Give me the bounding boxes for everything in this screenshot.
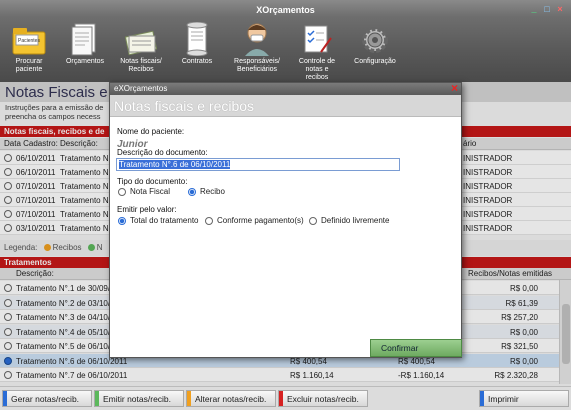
radio-selected-icon	[118, 216, 126, 225]
radio-label: Definido livremente	[321, 216, 390, 225]
minimize-icon[interactable]: _	[529, 4, 539, 14]
toolbar-label: Responsáveis/ Beneficiários	[234, 58, 280, 73]
main-toolbar: Pacientes Procurar paciente Orçamentos N…	[6, 18, 400, 82]
description-input[interactable]: Tratamento N°.6 de 06/10/2011	[116, 158, 400, 171]
button-label: Gerar notas/recib.	[11, 394, 80, 404]
imprimir-button[interactable]: Imprimir	[479, 390, 569, 407]
radio-icon	[118, 187, 126, 196]
toolbar-notas-fiscais[interactable]: Notas fiscais/ Recibos	[118, 18, 164, 82]
doc-type-recibo-radio[interactable]: Recibo	[188, 187, 225, 196]
value-pagamento-radio[interactable]: Conforme pagamento(s)	[205, 216, 304, 225]
confirm-button[interactable]: Confirmar	[370, 339, 462, 357]
value-label: Emitir pelo valor:	[117, 205, 177, 214]
toolbar-label: Orçamentos	[65, 58, 105, 65]
button-label: Alterar notas/recib.	[195, 394, 267, 404]
radio-label: Nota Fiscal	[130, 187, 171, 196]
doc-type-nota-fiscal-radio[interactable]: Nota Fiscal	[118, 187, 170, 196]
patient-label: Nome do paciente:	[117, 127, 185, 136]
button-label: Imprimir	[488, 394, 519, 404]
description-value: Tratamento N°.6 de 06/10/2011	[119, 160, 231, 169]
toolbar-label: Notas fiscais/ Recibos	[120, 58, 162, 73]
app-titlebar: XOrçamentos _ □ × Pacientes Procurar pac…	[0, 0, 571, 82]
person-mask-icon	[239, 18, 275, 56]
bottom-action-bar: Gerar notas/recib. Emitir notas/recib. A…	[0, 386, 571, 410]
close-window-icon[interactable]: ×	[555, 4, 565, 14]
gear-icon	[357, 18, 393, 56]
button-label: Emitir notas/recib.	[103, 394, 172, 404]
doc-type-label: Tipo do documento:	[117, 177, 188, 186]
radio-label: Recibo	[200, 187, 225, 196]
dialog-titlebar: eXOrçamentos ×	[110, 82, 461, 95]
toolbar-label: Contratos	[181, 58, 213, 65]
toolbar-controle-notas[interactable]: Controle de notas e recibos	[294, 18, 340, 82]
radio-label: Total do tratamento	[130, 216, 199, 225]
value-total-radio[interactable]: Total do tratamento	[118, 216, 198, 225]
emitir-notas-button[interactable]: Emitir notas/recib.	[94, 390, 184, 407]
excluir-notas-button[interactable]: Excluir notas/recib.	[278, 390, 368, 407]
receipts-icon	[123, 18, 159, 56]
notas-fiscais-dialog: eXOrçamentos × Notas fiscais e recibos N…	[109, 82, 462, 358]
description-label: Descrição do documento:	[117, 148, 208, 157]
gerar-notas-button[interactable]: Gerar notas/recib.	[2, 390, 92, 407]
button-color-stripe	[187, 391, 191, 406]
confirm-label: Confirmar	[381, 343, 419, 353]
close-icon[interactable]: ×	[451, 82, 458, 94]
button-color-stripe	[279, 391, 283, 406]
radio-label: Conforme pagamento(s)	[217, 216, 304, 225]
toolbar-orcamentos[interactable]: Orçamentos	[62, 18, 108, 82]
dialog-window-title: eXOrçamentos	[114, 84, 168, 93]
contract-scroll-icon	[179, 18, 215, 56]
toolbar-label: Configuração	[354, 58, 396, 65]
value-livre-radio[interactable]: Definido livremente	[309, 216, 389, 225]
app-title: XOrçamentos	[256, 5, 315, 15]
toolbar-label: Controle de notas e recibos	[298, 58, 336, 81]
button-color-stripe	[95, 391, 99, 406]
documents-icon	[67, 18, 103, 56]
alterar-notas-button[interactable]: Alterar notas/recib.	[186, 390, 276, 407]
radio-icon	[309, 216, 317, 225]
dialog-header: Notas fiscais e recibos	[110, 95, 461, 117]
svg-text:Pacientes: Pacientes	[18, 38, 40, 44]
toolbar-procurar-paciente[interactable]: Pacientes Procurar paciente	[6, 18, 52, 82]
toolbar-contratos[interactable]: Contratos	[174, 18, 220, 82]
toolbar-responsaveis[interactable]: Responsáveis/ Beneficiários	[230, 18, 284, 82]
window-controls: _ □ ×	[529, 4, 565, 14]
button-label: Excluir notas/recib.	[287, 394, 359, 404]
toolbar-label: Procurar paciente	[15, 58, 43, 73]
button-color-stripe	[480, 391, 484, 406]
toolbar-configuracao[interactable]: Configuração	[350, 18, 400, 82]
radio-selected-icon	[188, 187, 196, 196]
button-color-stripe	[3, 391, 7, 406]
folder-icon: Pacientes	[11, 18, 47, 56]
maximize-icon[interactable]: □	[542, 4, 552, 14]
radio-icon	[205, 216, 213, 225]
checklist-icon	[299, 18, 335, 56]
